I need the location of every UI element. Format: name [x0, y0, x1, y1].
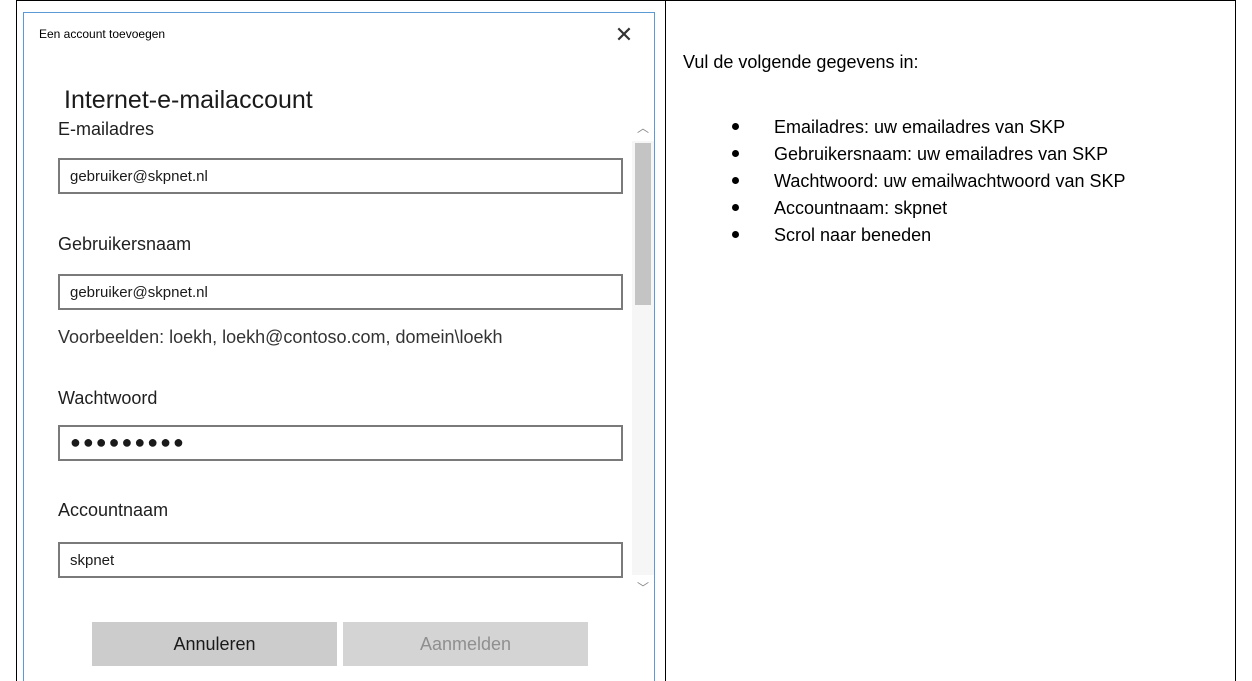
bullet-icon [732, 231, 739, 238]
account-name-field[interactable]: skpnet [58, 542, 623, 578]
list-item: Accountnaam: skpnet [730, 195, 1220, 221]
table-border-left [16, 0, 17, 681]
bullet-icon [732, 150, 739, 157]
bullet-icon [732, 204, 739, 211]
email-field[interactable]: gebruiker@skpnet.nl [58, 158, 623, 194]
table-border-right [1235, 0, 1236, 681]
instructions-list: Emailadres: uw emailadres van SKP Gebrui… [730, 114, 1220, 249]
scroll-up-icon[interactable]: ︿ [632, 115, 654, 141]
sign-in-button[interactable]: Aanmelden [343, 622, 588, 666]
scrollbar[interactable]: ︿ ﹀ [632, 115, 654, 601]
list-item: Emailadres: uw emailadres van SKP [730, 114, 1220, 140]
username-hint: Voorbeelden: loekh, loekh@contoso.com, d… [58, 327, 503, 347]
list-item-text: Scrol naar beneden [774, 225, 932, 245]
password-field[interactable]: ●●●●●●●●● [58, 425, 623, 461]
list-item: Scrol naar beneden [730, 222, 1220, 248]
username-field[interactable]: gebruiker@skpnet.nl [58, 274, 623, 310]
table-border-top [16, 0, 1236, 1]
dialog-title: Een account toevoegen [39, 27, 166, 41]
list-item-text: Emailadres: uw emailadres van SKP [774, 117, 1066, 137]
email-label: E-mailadres [58, 119, 155, 139]
scroll-down-icon[interactable]: ﹀ [632, 575, 654, 601]
list-item: Wachtwoord: uw emailwachtwoord van SKP [730, 168, 1220, 194]
table-border-middle [665, 0, 666, 681]
bullet-icon [732, 123, 739, 130]
scroll-track[interactable] [632, 141, 654, 575]
account-name-label: Accountnaam [58, 500, 169, 520]
list-item-text: Wachtwoord: uw emailwachtwoord van SKP [774, 171, 1126, 191]
password-label: Wachtwoord [58, 388, 158, 408]
add-account-dialog: Een account toevoegen ✕ Internet-e-maila… [23, 12, 655, 681]
list-item: Gebruikersnaam: uw emailadres van SKP [730, 141, 1220, 167]
cancel-button[interactable]: Annuleren [92, 622, 337, 666]
scroll-thumb[interactable] [635, 143, 651, 305]
list-item-text: Accountnaam: skpnet [774, 198, 948, 218]
username-label: Gebruikersnaam [58, 234, 192, 254]
list-item-text: Gebruikersnaam: uw emailadres van SKP [774, 144, 1109, 164]
dialog-heading: Internet-e-mailaccount [64, 86, 313, 114]
instructions-intro: Vul de volgende gegevens in: [683, 52, 919, 72]
bullet-icon [732, 177, 739, 184]
close-icon[interactable]: ✕ [610, 21, 638, 49]
